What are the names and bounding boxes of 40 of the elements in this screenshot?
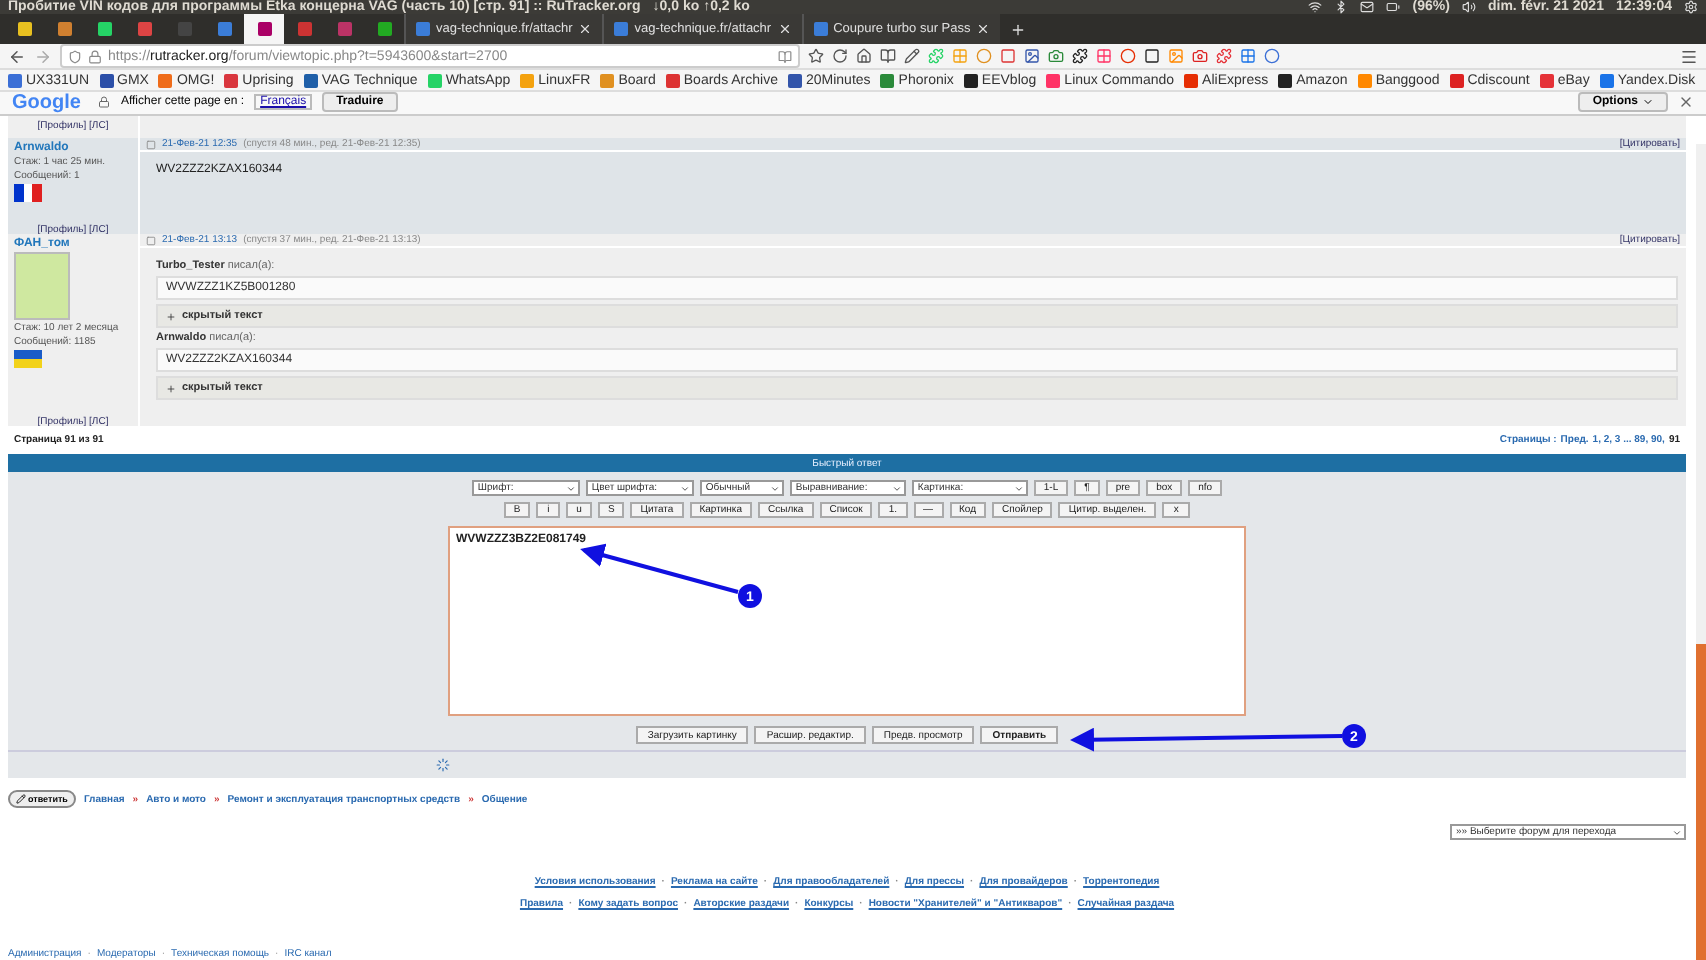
volume-icon [1461, 0, 1476, 15]
caret-icon [769, 483, 780, 493]
pinned-tab[interactable] [244, 14, 284, 45]
caret-icon [679, 483, 690, 493]
toolbar-icon[interactable] [808, 48, 824, 65]
post-icon [146, 139, 156, 149]
caret-icon [1013, 483, 1024, 493]
toolbar-icon[interactable] [904, 48, 920, 65]
close-icon[interactable] [976, 22, 991, 37]
shield-icon[interactable] [68, 49, 82, 64]
avatar-placeholder [14, 252, 70, 320]
close-icon[interactable] [578, 22, 593, 37]
caret-icon [1672, 827, 1682, 837]
back-icon[interactable] [8, 47, 26, 66]
battery-icon [1386, 0, 1401, 15]
menu-icon[interactable] [1680, 47, 1698, 66]
lock-icon[interactable] [88, 49, 102, 64]
post-icon [146, 235, 156, 245]
toolbar-icon[interactable] [832, 48, 848, 65]
mail-icon [1360, 0, 1375, 15]
close-icon[interactable] [1678, 94, 1694, 111]
pencil-icon [16, 794, 26, 804]
plus-icon [166, 311, 176, 321]
caret-icon [565, 483, 576, 493]
wifi-icon [1308, 0, 1323, 15]
toolbar-icon[interactable] [856, 48, 872, 65]
scrollbar[interactable] [1696, 144, 1706, 960]
reader-view-icon[interactable] [778, 49, 792, 64]
lock-icon [98, 96, 111, 109]
caret-icon [891, 483, 902, 493]
close-icon[interactable] [777, 22, 792, 37]
google-logo: Google [12, 91, 81, 114]
toolbar-icon[interactable] [1024, 48, 1040, 65]
toolbar-icon[interactable] [880, 48, 896, 65]
caret-icon [1642, 96, 1654, 109]
plus-icon [166, 383, 176, 393]
settings-icon[interactable] [1684, 0, 1698, 15]
toolbar-icon[interactable] [1072, 48, 1088, 65]
bluetooth-icon [1334, 0, 1349, 15]
loading-icon [436, 758, 450, 772]
